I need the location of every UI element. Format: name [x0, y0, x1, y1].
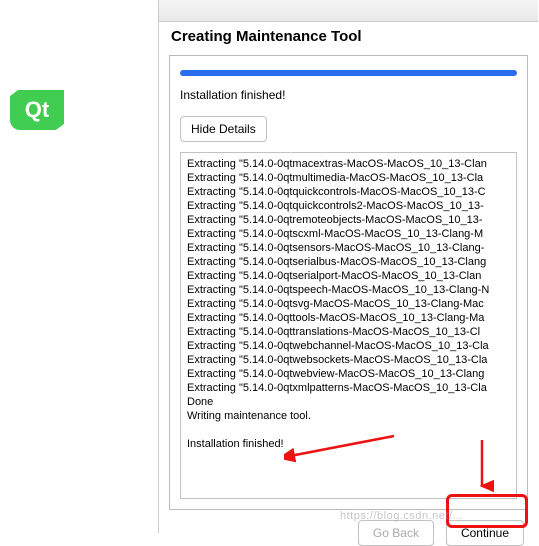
content-frame: Installation finished! Hide Details Extr…: [169, 55, 528, 510]
qt-logo: Qt: [10, 90, 64, 130]
log-output[interactable]: Extracting "5.14.0-0qtmacextras-MacOS-Ma…: [180, 152, 517, 499]
continue-button[interactable]: Continue: [446, 520, 524, 546]
hide-details-button[interactable]: Hide Details: [180, 116, 267, 142]
status-text: Installation finished!: [180, 88, 517, 102]
progress-bar: [180, 70, 517, 76]
watermark: https://blog.csdn.net/...: [340, 510, 463, 522]
window-titlebar: [159, 0, 538, 22]
installer-dialog: Creating Maintenance Tool Installation f…: [158, 0, 538, 533]
go-back-button: Go Back: [358, 520, 434, 546]
qt-logo-text: Qt: [25, 97, 49, 123]
page-title: Creating Maintenance Tool: [159, 22, 538, 53]
